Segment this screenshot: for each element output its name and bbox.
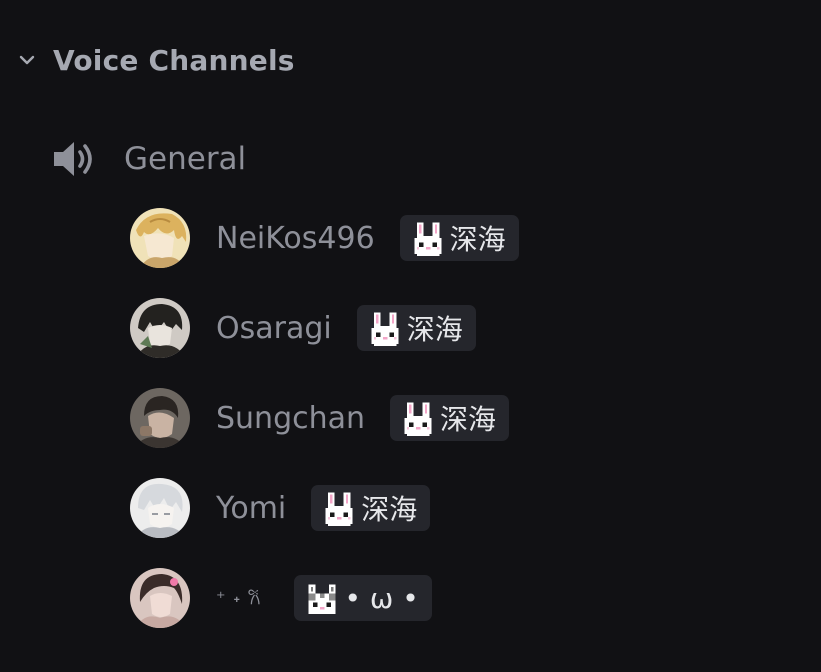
voice-user[interactable]: NeiKos496 深海 bbox=[130, 208, 519, 268]
username: Sungchan bbox=[216, 400, 366, 436]
pixel-bunny-icon bbox=[367, 310, 403, 346]
user-avatar bbox=[130, 568, 190, 628]
tag-text: 深海 bbox=[361, 493, 418, 526]
username: NeiKos496 bbox=[216, 220, 375, 256]
user-avatar bbox=[130, 388, 190, 448]
voice-user[interactable]: Yomi 深海 bbox=[130, 478, 519, 538]
voice-user-list: NeiKos496 深海 Osaragi 深海 Sungchan 深海 Yomi… bbox=[130, 208, 519, 658]
chevron-down-icon bbox=[14, 47, 40, 73]
tag-text: 深海 bbox=[406, 313, 463, 346]
user-tag[interactable]: 深海 bbox=[399, 215, 519, 261]
voice-user[interactable]: ⁺ ˖ 𐙚 • ω • bbox=[130, 568, 519, 628]
voice-user[interactable]: Osaragi 深海 bbox=[130, 298, 519, 358]
user-tag[interactable]: 深海 bbox=[311, 485, 431, 531]
username: Yomi bbox=[216, 490, 287, 526]
voice-channels-category[interactable]: Voice Channels bbox=[14, 38, 295, 82]
username: ⁺ ˖ 𐙚 bbox=[216, 588, 262, 609]
user-tag[interactable]: 深海 bbox=[356, 305, 476, 351]
user-avatar bbox=[130, 298, 190, 358]
category-label: Voice Channels bbox=[53, 43, 295, 77]
tag-text: 深海 bbox=[440, 403, 497, 436]
voice-user[interactable]: Sungchan 深海 bbox=[130, 388, 519, 448]
user-tag[interactable]: 深海 bbox=[390, 395, 510, 441]
user-avatar bbox=[130, 208, 190, 268]
username: Osaragi bbox=[216, 310, 332, 346]
tag-text: • ω • bbox=[344, 581, 419, 615]
channel-label: General bbox=[124, 141, 247, 177]
pixel-bunny-icon bbox=[400, 400, 436, 436]
user-tag[interactable]: • ω • bbox=[294, 575, 432, 621]
pixel-bunny-icon bbox=[410, 220, 446, 256]
voice-channel-general[interactable]: General bbox=[48, 134, 246, 184]
pixel-cat-icon bbox=[304, 580, 340, 616]
user-avatar bbox=[130, 478, 190, 538]
tag-text: 深海 bbox=[449, 223, 506, 256]
speaker-icon bbox=[48, 134, 100, 184]
pixel-bunny-icon bbox=[321, 490, 357, 526]
